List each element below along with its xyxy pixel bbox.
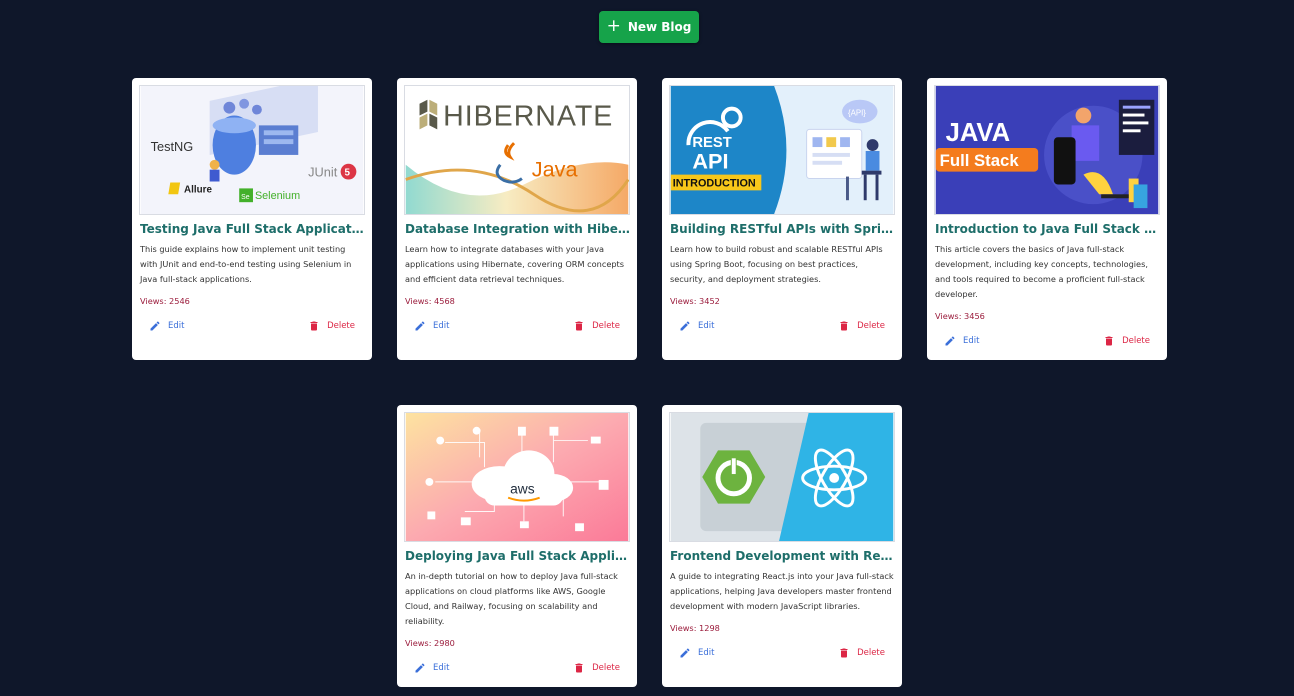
pencil-icon xyxy=(680,321,690,331)
blog-card: REST API INTRODUCTION {API} Building RES… xyxy=(662,78,902,360)
aws-label: aws xyxy=(510,482,535,497)
delete-button[interactable]: Delete xyxy=(838,647,885,659)
delete-label: Delete xyxy=(1122,336,1150,346)
delete-button[interactable]: Delete xyxy=(308,320,355,332)
aws-cloud-illustration: aws xyxy=(405,413,629,541)
blog-card: TestNG JUnit 5 Allure Se Selenium Testin… xyxy=(132,78,372,360)
delete-button[interactable]: Delete xyxy=(573,320,620,332)
junit-version-label: 5 xyxy=(345,168,351,179)
hibernate-java-illustration: HIBERNATE Java xyxy=(405,86,629,214)
delete-label: Delete xyxy=(857,321,885,331)
blog-description: This article covers the basics of Java f… xyxy=(935,244,1148,299)
api-label: API xyxy=(692,149,728,174)
java-full-stack-illustration: JAVA Full Stack xyxy=(935,86,1159,214)
api-cloud-label: {API} xyxy=(848,109,866,118)
delete-label: Delete xyxy=(327,321,355,331)
delete-label: Delete xyxy=(592,321,620,331)
blog-thumbnail: JAVA Full Stack xyxy=(934,85,1160,215)
blog-views: Views: 2546 xyxy=(140,296,190,306)
pencil-icon xyxy=(945,336,955,346)
trash-icon xyxy=(575,663,583,673)
new-blog-label: New Blog xyxy=(627,20,692,34)
edit-button[interactable]: Edit xyxy=(679,320,714,332)
rest-api-illustration: REST API INTRODUCTION {API} xyxy=(670,86,894,214)
plus-icon: + xyxy=(606,15,621,36)
edit-button[interactable]: Edit xyxy=(944,335,979,347)
blog-title[interactable]: Database Integration with Hibernate for … xyxy=(405,222,631,236)
blog-card: Frontend Development with React for Java… xyxy=(662,405,902,687)
blog-card: HIBERNATE Java Database Integration with… xyxy=(397,78,637,360)
edit-label: Edit xyxy=(698,648,715,658)
pencil-icon xyxy=(680,648,690,658)
blog-title[interactable]: Frontend Development with React for Java… xyxy=(670,549,896,563)
delete-button[interactable]: Delete xyxy=(838,320,885,332)
blog-thumbnail: TestNG JUnit 5 Allure Se Selenium xyxy=(139,85,365,215)
trash-icon xyxy=(840,648,848,658)
blog-description: A guide to integrating React.js into you… xyxy=(670,571,894,611)
edit-label: Edit xyxy=(963,336,980,346)
testing-tools-illustration: TestNG JUnit 5 Allure Se Selenium xyxy=(140,86,364,214)
delete-label: Delete xyxy=(857,648,885,658)
java-label: Java xyxy=(532,157,579,182)
hibernate-label: HIBERNATE xyxy=(443,100,613,132)
introduction-label: INTRODUCTION xyxy=(673,177,756,189)
delete-label: Delete xyxy=(592,663,620,673)
edit-label: Edit xyxy=(168,321,185,331)
blog-card: aws Deploying Java Full Stack Applicatio… xyxy=(397,405,637,687)
blog-description: Learn how to integrate databases with yo… xyxy=(405,244,625,284)
trash-icon xyxy=(310,321,318,331)
trash-icon xyxy=(1105,336,1113,346)
pencil-icon xyxy=(415,321,425,331)
allure-label: Allure xyxy=(184,184,212,195)
edit-label: Edit xyxy=(433,663,450,673)
edit-label: Edit xyxy=(433,321,450,331)
delete-button[interactable]: Delete xyxy=(573,662,620,674)
pencil-icon xyxy=(150,321,160,331)
blog-card: JAVA Full Stack Introduction to Java Ful… xyxy=(927,78,1167,360)
blog-title[interactable]: Building RESTful APIs with Spring Boot xyxy=(670,222,896,236)
full-stack-label: Full Stack xyxy=(940,151,1020,170)
blog-description: This guide explains how to implement uni… xyxy=(140,244,352,284)
blog-views: Views: 4568 xyxy=(405,296,455,306)
blog-views: Views: 3452 xyxy=(670,296,720,306)
edit-button[interactable]: Edit xyxy=(414,320,449,332)
edit-button[interactable]: Edit xyxy=(149,320,184,332)
blog-thumbnail: REST API INTRODUCTION {API} xyxy=(669,85,895,215)
selenium-symbol: Se xyxy=(241,194,250,201)
blog-views: Views: 1298 xyxy=(670,623,720,633)
trash-icon xyxy=(840,321,848,331)
spring-react-illustration xyxy=(670,413,894,541)
edit-button[interactable]: Edit xyxy=(679,647,714,659)
delete-button[interactable]: Delete xyxy=(1103,335,1150,347)
selenium-label: Selenium xyxy=(255,190,300,202)
edit-button[interactable]: Edit xyxy=(414,662,449,674)
new-blog-button[interactable]: + New Blog xyxy=(599,11,699,43)
junit-label: JUnit xyxy=(308,165,338,180)
blog-views: Views: 2980 xyxy=(405,638,455,648)
java-heading-label: JAVA xyxy=(946,119,1010,147)
blog-description: An in-depth tutorial on how to deploy Ja… xyxy=(405,571,618,626)
edit-label: Edit xyxy=(698,321,715,331)
blog-thumbnail xyxy=(669,412,895,542)
testng-label: TestNG xyxy=(151,139,194,154)
blog-thumbnail: HIBERNATE Java xyxy=(404,85,630,215)
blog-title[interactable]: Deploying Java Full Stack Applications o… xyxy=(405,549,631,563)
blog-title[interactable]: Testing Java Full Stack Applications wit… xyxy=(140,222,366,236)
blog-title[interactable]: Introduction to Java Full Stack Developm… xyxy=(935,222,1161,236)
trash-icon xyxy=(575,321,583,331)
blog-views: Views: 3456 xyxy=(935,311,985,321)
pencil-icon xyxy=(415,663,425,673)
blog-thumbnail: aws xyxy=(404,412,630,542)
blog-description: Learn how to build robust and scalable R… xyxy=(670,244,883,284)
